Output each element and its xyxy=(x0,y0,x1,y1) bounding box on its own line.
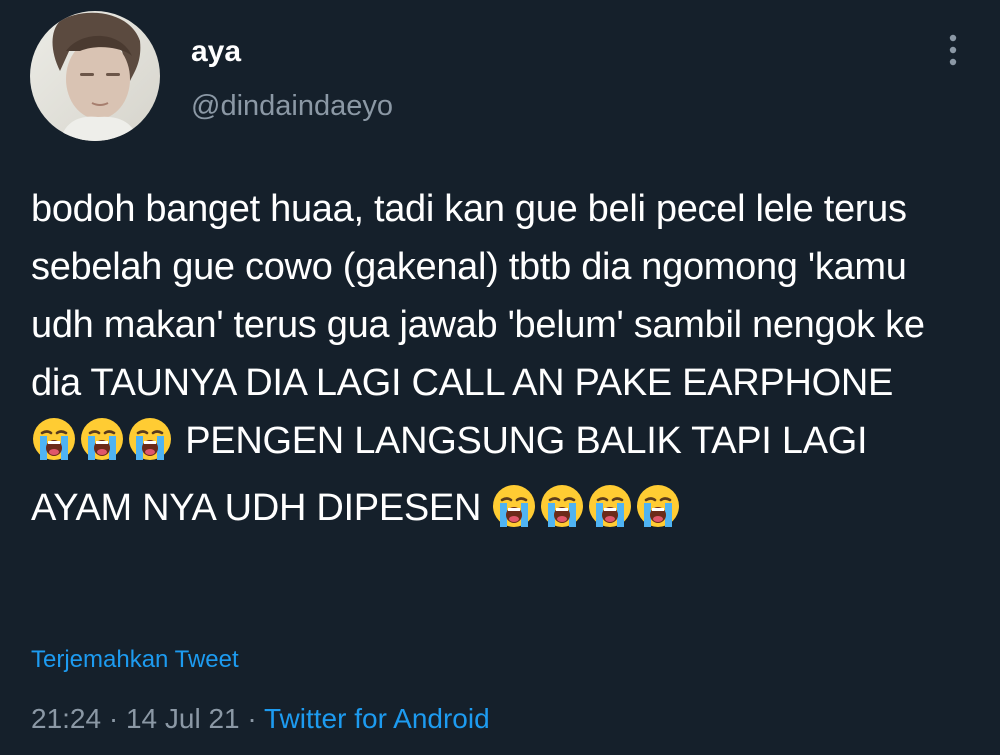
meta-separator: · xyxy=(239,703,264,734)
translate-tweet-link[interactable]: Terjemahkan Tweet xyxy=(31,644,239,676)
loudly-crying-face-icon xyxy=(79,416,125,462)
tweet-text-part1: bodoh banget huaa, tadi kan gue beli pec… xyxy=(31,188,925,404)
avatar-photo xyxy=(30,11,160,141)
tweet-text: bodoh banget huaa, tadi kan gue beli pec… xyxy=(31,180,961,546)
tweet-meta: 21:24 · 14 Jul 21 · Twitter for Android xyxy=(31,700,490,738)
meta-separator: · xyxy=(101,703,126,734)
author-display-name[interactable]: aya xyxy=(191,34,241,70)
author-handle[interactable]: @dindaindaeyo xyxy=(191,88,393,124)
vertical-ellipsis-icon xyxy=(949,34,957,66)
loudly-crying-face-icon xyxy=(127,416,173,462)
tweet-date[interactable]: 14 Jul 21 xyxy=(126,703,240,734)
emoji-group-1 xyxy=(31,416,175,479)
tweet-time[interactable]: 21:24 xyxy=(31,703,101,734)
more-options-button[interactable] xyxy=(936,28,970,72)
tweet-card: aya @dindaindaeyo bodoh banget huaa, tad… xyxy=(0,0,1000,755)
tweet-source[interactable]: Twitter for Android xyxy=(264,703,490,734)
loudly-crying-face-icon xyxy=(491,483,537,529)
loudly-crying-face-icon xyxy=(635,483,681,529)
loudly-crying-face-icon xyxy=(539,483,585,529)
loudly-crying-face-icon xyxy=(31,416,77,462)
emoji-group-2 xyxy=(491,483,683,546)
loudly-crying-face-icon xyxy=(587,483,633,529)
avatar[interactable] xyxy=(30,11,160,141)
